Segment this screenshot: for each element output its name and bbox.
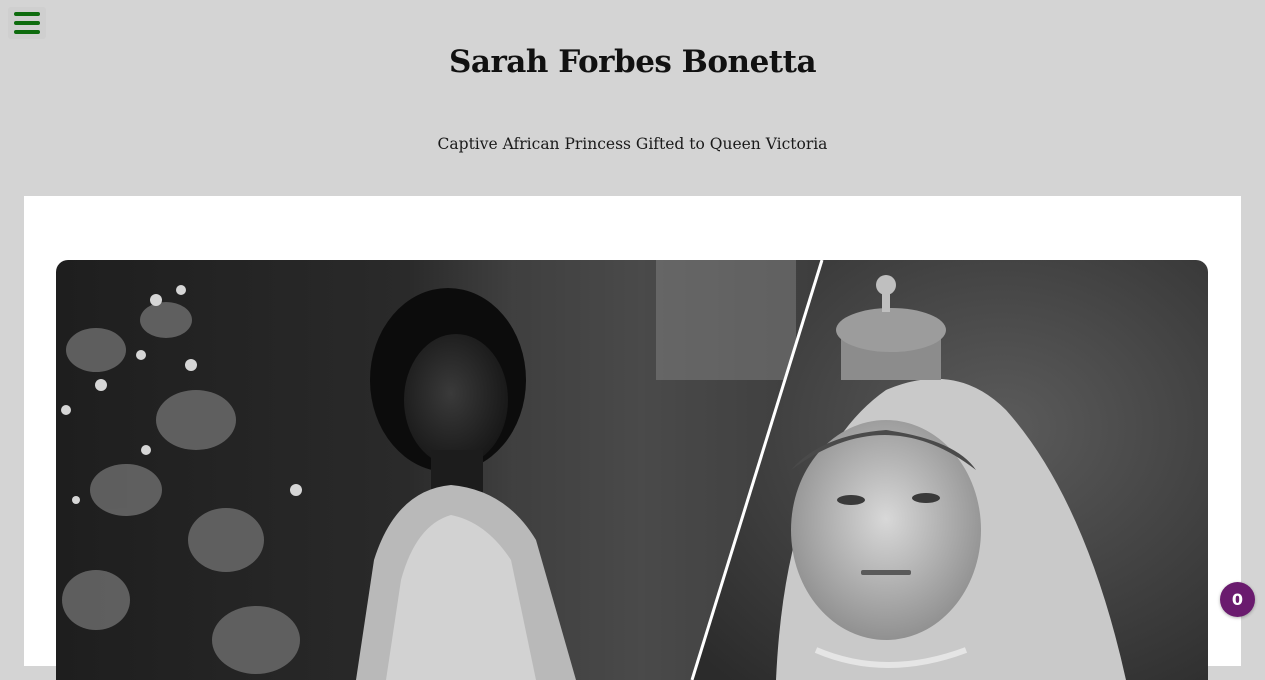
content-card [24,196,1241,680]
hamburger-menu-icon [14,12,40,16]
hamburger-menu-icon-bar [14,30,40,34]
hero-image-graphic [56,260,1208,680]
hamburger-menu-icon-bar [14,21,40,25]
hero-image [56,260,1208,680]
page-title: Sarah Forbes Bonetta [448,44,817,80]
counter-badge[interactable]: 0 [1220,582,1255,617]
menu-button[interactable] [8,7,46,39]
page-subtitle: Captive African Princess Gifted to Queen… [437,135,828,153]
